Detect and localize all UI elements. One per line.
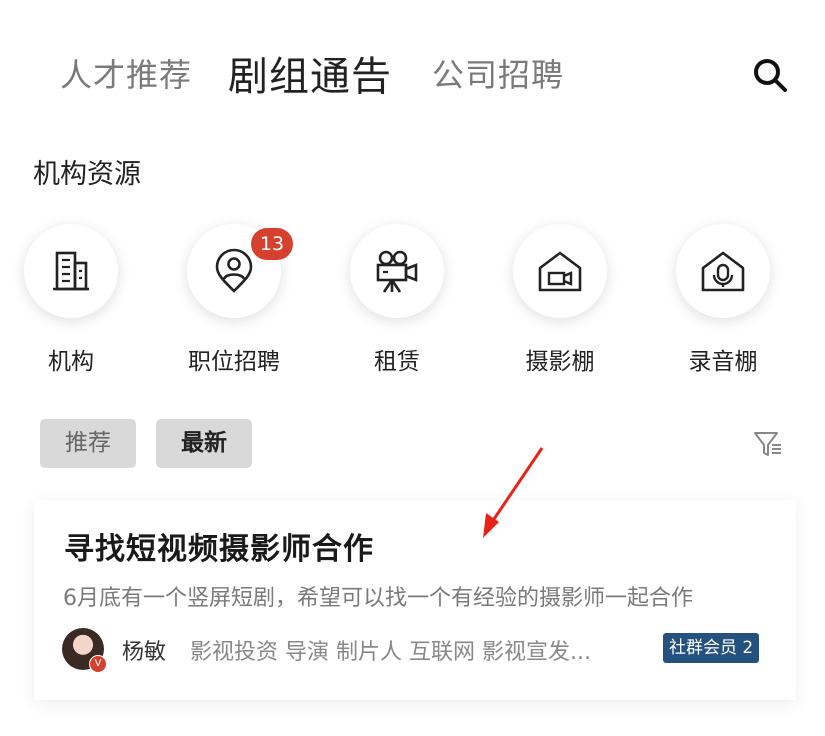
tab-talent-recommend[interactable]: 人才推荐 (60, 50, 192, 96)
resource-rental[interactable]: 租赁 (332, 222, 462, 382)
search-icon[interactable] (750, 55, 790, 95)
notification-badge: 13 (251, 228, 293, 260)
building-icon (53, 251, 89, 291)
resource-label: 职位招聘 (188, 349, 280, 375)
resource-icon-circle (676, 224, 770, 318)
resource-label: 机构 (48, 349, 94, 375)
member-badge: 社群会员 2 (663, 633, 760, 663)
resource-label: 租赁 (374, 349, 420, 375)
resource-icon-circle (24, 224, 118, 318)
top-tab-bar: 人才推荐 剧组通告 公司招聘 (0, 0, 825, 140)
post-title: 寻找短视频摄影师合作 (64, 532, 374, 567)
resource-icon-circle (513, 224, 607, 318)
resource-organization[interactable]: 机构 (6, 222, 136, 382)
studio-mic-icon (701, 251, 745, 292)
studio-camera-icon (538, 251, 582, 292)
resource-photo-studio[interactable]: 摄影棚 (495, 222, 625, 382)
post-description: 6月底有一个竖屏短剧，希望可以找一个有经验的摄影师一起合作 (63, 586, 693, 611)
tab-crew-notices[interactable]: 剧组通告 (228, 44, 392, 102)
author-name[interactable]: 杨敏 (122, 634, 166, 666)
resource-label: 摄影棚 (525, 349, 595, 375)
filter-latest-button[interactable]: 最新 (156, 419, 252, 468)
resource-recording-studio[interactable]: 录音棚 (658, 222, 788, 382)
filter-recommend-button[interactable]: 推荐 (40, 419, 136, 468)
resource-label: 录音棚 (688, 349, 758, 375)
section-title: 机构资源 (33, 159, 141, 190)
verified-badge-icon: V (89, 655, 107, 673)
resource-icon-circle (350, 224, 444, 318)
author-tags: 影视投资 导演 制片人 互联网 影视宣发... (190, 640, 591, 665)
tab-company-jobs[interactable]: 公司招聘 (432, 50, 564, 96)
movie-camera-icon (376, 250, 418, 293)
post-card[interactable]: 寻找短视频摄影师合作 6月底有一个竖屏短剧，希望可以找一个有经验的摄影师一起合作… (34, 500, 796, 700)
filter-icon[interactable] (752, 428, 784, 460)
location-person-icon (215, 248, 253, 293)
